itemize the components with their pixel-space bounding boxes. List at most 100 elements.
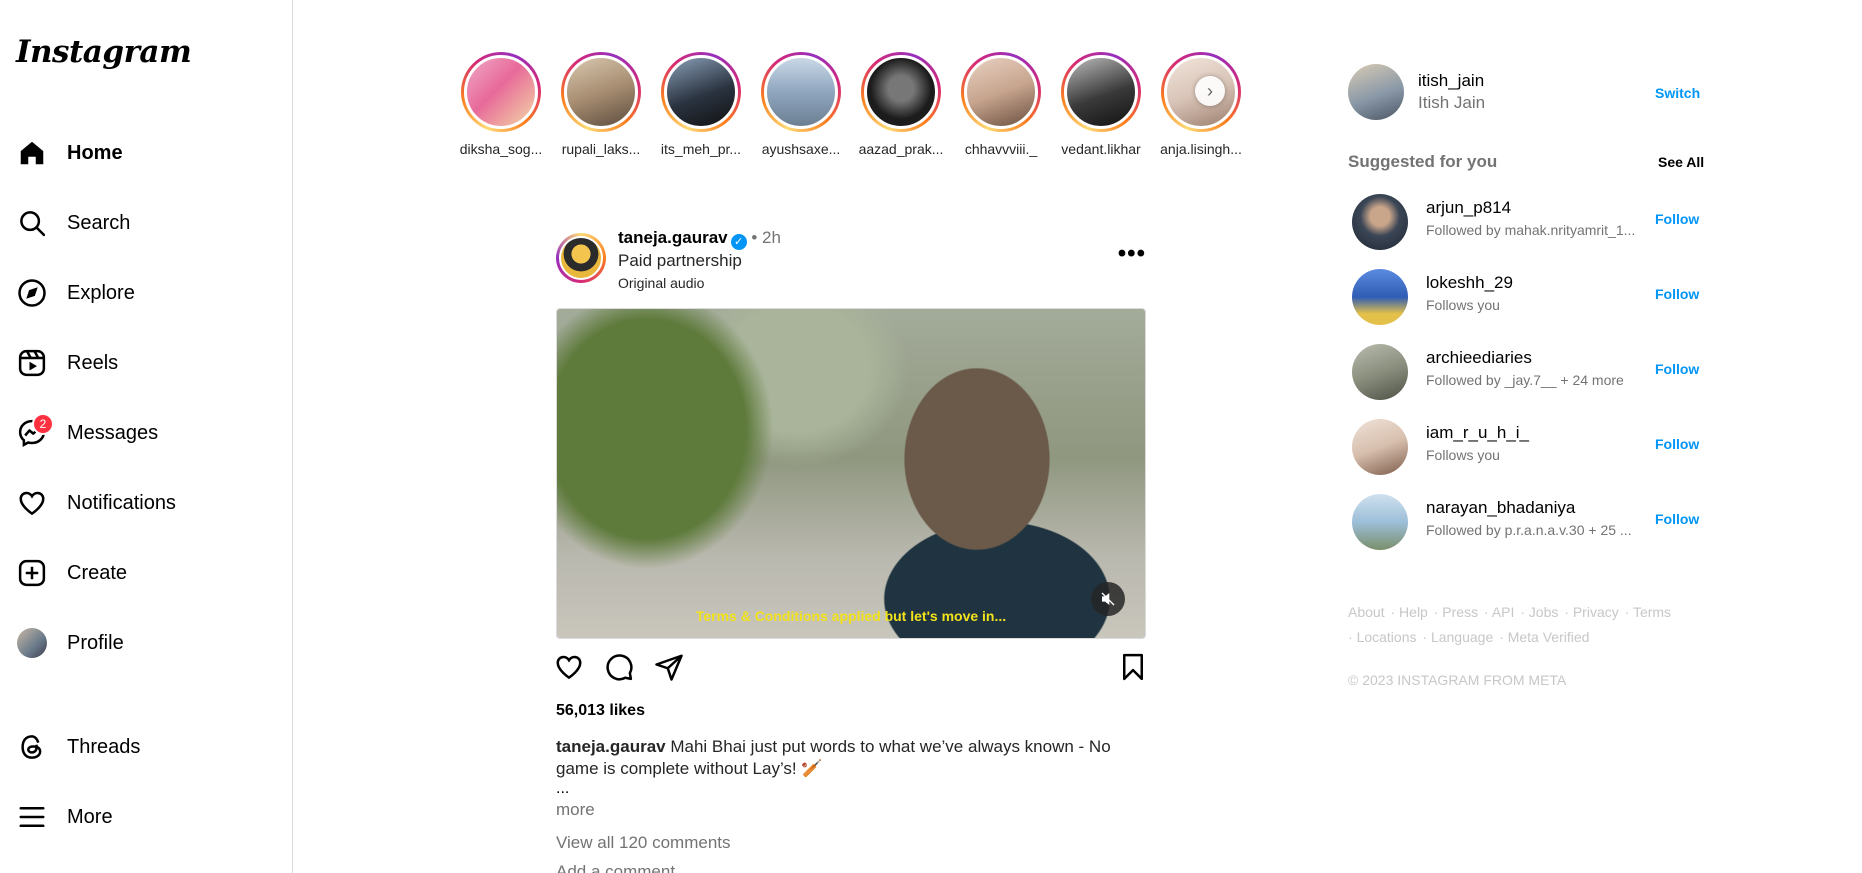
add-comment-input[interactable]: Add a comment... xyxy=(556,862,689,873)
footer-links: About · Help · Press · API · Jobs · Priv… xyxy=(1348,604,1672,645)
suggestions-title: Suggested for you xyxy=(1348,152,1498,171)
profile-icon-wrap xyxy=(12,623,52,663)
comment-button[interactable] xyxy=(602,650,636,684)
follow-button[interactable]: Follow xyxy=(1655,511,1699,527)
footer-link-terms[interactable]: Terms xyxy=(1633,604,1671,620)
instagram-logo[interactable]: Instagram xyxy=(16,34,192,70)
suggestion-avatar[interactable] xyxy=(1352,269,1408,325)
suggestion-item: archieediaries Followed by _jay.7__ + 24… xyxy=(1348,342,1710,402)
post-video[interactable]: Terms & Conditions applied but let's mov… xyxy=(556,308,1146,639)
footer-link-language[interactable]: Language xyxy=(1431,629,1493,645)
nav-profile[interactable]: Profile xyxy=(12,617,280,669)
paid-partnership-label[interactable]: Paid partnership xyxy=(618,251,742,271)
current-user-avatar[interactable] xyxy=(1348,64,1404,120)
nav-create[interactable]: Create xyxy=(12,547,280,599)
messenger-icon: 2 xyxy=(12,413,54,453)
suggestion-username[interactable]: archieediaries xyxy=(1426,348,1532,368)
heart-icon xyxy=(12,483,52,523)
footer-link-api[interactable]: API xyxy=(1492,604,1515,620)
suggestion-username[interactable]: narayan_bhadaniya xyxy=(1426,498,1575,518)
follow-button[interactable]: Follow xyxy=(1655,211,1699,227)
follow-button[interactable]: Follow xyxy=(1655,436,1699,452)
suggestion-context: Follows you xyxy=(1426,297,1500,313)
post-author-username[interactable]: taneja.gaurav xyxy=(618,228,728,247)
suggestion-context: Followed by mahak.nrityamrit_1... xyxy=(1426,222,1636,238)
footer-link-privacy[interactable]: Privacy xyxy=(1573,604,1619,620)
suggestion-context: Followed by p.r.a.n.a.v.30 + 25 ... xyxy=(1426,522,1632,538)
search-icon xyxy=(12,203,52,243)
suggestion-username[interactable]: iam_r_u_h_i_ xyxy=(1426,423,1529,443)
caption-username[interactable]: taneja.gaurav xyxy=(556,737,666,756)
nav-profile-label: Profile xyxy=(67,631,124,654)
post-time: • 2h xyxy=(751,228,781,247)
post-author-avatar-image xyxy=(559,236,603,280)
caption-more-link[interactable]: more xyxy=(556,800,595,820)
story-username: anja.lisingh... xyxy=(1160,141,1242,157)
nav-explore-label: Explore xyxy=(67,281,135,304)
post-header: taneja.gaurav ✓ • 2h Paid partnership Ori… xyxy=(556,226,1146,296)
footer-link-about[interactable]: About xyxy=(1348,604,1385,620)
more-options-icon[interactable]: ••• xyxy=(1118,240,1146,268)
suggestion-item: arjun_p814 Followed by mahak.nrityamrit_… xyxy=(1348,192,1710,252)
footer-link-help[interactable]: Help xyxy=(1399,604,1428,620)
nav-home[interactable]: Home xyxy=(12,127,280,179)
current-user-username[interactable]: itish_jain xyxy=(1418,71,1484,91)
nav-explore[interactable]: Explore xyxy=(12,267,280,319)
story-avatar xyxy=(1064,55,1138,129)
stories-tray: diksha_sog... rupali_laks... its_meh_pr.… xyxy=(455,50,1245,162)
verified-badge-icon: ✓ xyxy=(730,234,747,250)
story-item[interactable]: chhavvviii._ xyxy=(955,52,1047,157)
story-ring xyxy=(661,52,741,132)
like-count[interactable]: 56,013 likes xyxy=(556,702,645,720)
story-item[interactable]: aazad_prak... xyxy=(855,52,947,157)
nav-more[interactable]: More xyxy=(12,791,280,843)
nav-reels[interactable]: Reels xyxy=(12,337,280,389)
footer-link-meta-verified[interactable]: Meta Verified xyxy=(1508,629,1590,645)
switch-account-button[interactable]: Switch xyxy=(1655,85,1700,101)
post-actions xyxy=(556,650,1146,690)
story-ring xyxy=(461,52,541,132)
copyright: © 2023 INSTAGRAM FROM META xyxy=(1348,672,1567,688)
post-author-avatar[interactable] xyxy=(556,233,606,283)
stories-next-button[interactable]: › xyxy=(1195,76,1225,106)
footer-link-locations[interactable]: Locations xyxy=(1357,629,1417,645)
share-button[interactable] xyxy=(652,650,686,684)
reels-icon xyxy=(12,343,52,383)
story-username: ayushsaxe... xyxy=(761,141,841,157)
nav-messages[interactable]: 2 Messages xyxy=(12,407,280,459)
mute-button[interactable] xyxy=(1091,582,1125,616)
view-comments-link[interactable]: View all 120 comments xyxy=(556,833,731,853)
save-button[interactable] xyxy=(1116,650,1150,684)
story-avatar xyxy=(964,55,1038,129)
footer-link-press[interactable]: Press xyxy=(1442,604,1478,620)
video-subtitle: Terms & Conditions applied but let's mov… xyxy=(695,608,1007,624)
story-item[interactable]: vedant.likhar xyxy=(1055,52,1147,157)
suggestion-username[interactable]: arjun_p814 xyxy=(1426,198,1511,218)
suggestion-avatar[interactable] xyxy=(1352,494,1408,550)
suggestion-username[interactable]: lokeshh_29 xyxy=(1426,273,1513,293)
story-ring xyxy=(861,52,941,132)
nav-home-label: Home xyxy=(67,141,123,164)
nav-search[interactable]: Search xyxy=(12,197,280,249)
story-ring xyxy=(961,52,1041,132)
like-button[interactable] xyxy=(552,650,586,684)
see-all-link[interactable]: See All xyxy=(1658,154,1704,170)
story-item[interactable]: rupali_laks... xyxy=(555,52,647,157)
nav-notifications[interactable]: Notifications xyxy=(12,477,280,529)
footer-link-jobs[interactable]: Jobs xyxy=(1529,604,1559,620)
follow-button[interactable]: Follow xyxy=(1655,286,1699,302)
nav-more-label: More xyxy=(67,805,113,828)
follow-button[interactable]: Follow xyxy=(1655,361,1699,377)
nav-threads[interactable]: Threads xyxy=(12,721,280,773)
story-item[interactable]: its_meh_pr... xyxy=(655,52,747,157)
story-item[interactable]: anja.lisingh... xyxy=(1155,52,1247,157)
story-ring xyxy=(561,52,641,132)
post-audio[interactable]: Original audio xyxy=(618,275,704,291)
suggestion-item: narayan_bhadaniya Followed by p.r.a.n.a.… xyxy=(1348,492,1710,552)
story-item[interactable]: diksha_sog... xyxy=(455,52,547,157)
story-item[interactable]: ayushsaxe... xyxy=(755,52,847,157)
muted-speaker-icon xyxy=(1101,592,1115,606)
suggestion-avatar[interactable] xyxy=(1352,194,1408,250)
suggestion-avatar[interactable] xyxy=(1352,344,1408,400)
suggestion-avatar[interactable] xyxy=(1352,419,1408,475)
